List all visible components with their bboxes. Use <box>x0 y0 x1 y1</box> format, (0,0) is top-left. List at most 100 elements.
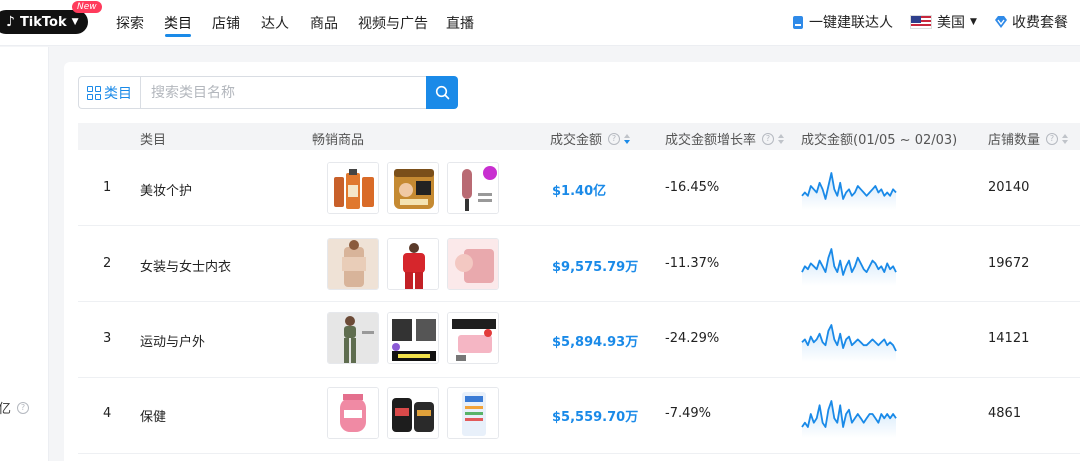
category-search-input[interactable] <box>140 76 426 109</box>
nav-item-shops[interactable]: 店铺 <box>212 13 240 33</box>
sort-icon[interactable] <box>624 133 631 145</box>
column-header-bestsellers: 畅销商品 <box>312 133 365 148</box>
product-image <box>388 313 438 363</box>
rank-number: 3 <box>103 331 112 346</box>
sparkline-area <box>802 325 896 362</box>
column-header-growth-rate[interactable]: 成交金额增长率 ? <box>665 129 785 148</box>
shop-count: 20140 <box>988 180 1030 195</box>
rank-number: 2 <box>103 256 112 271</box>
product-thumbnail[interactable] <box>327 162 379 214</box>
column-header-sales-amount[interactable]: 成交金额 ? <box>550 129 631 148</box>
sales-trend-sparkline <box>801 324 897 362</box>
top-navigation-bar: ♪ TikTok ▼ New 探索 类目 店铺 达人 商品 视频与广告 直播 一… <box>0 0 1080 46</box>
document-icon <box>793 15 803 29</box>
us-flag-icon <box>910 15 932 29</box>
connect-creators-label: 一键建联达人 <box>809 15 893 31</box>
table-row[interactable]: 1 美妆个护 $1.40亿 -16.45% 20140 <box>78 150 1080 226</box>
product-thumbnail[interactable] <box>387 312 439 364</box>
product-image <box>448 388 498 438</box>
table-row[interactable]: 4 保健 $5,559.70万 -7.49% 4861 <box>78 378 1080 454</box>
rank-number: 4 <box>103 406 112 421</box>
help-icon[interactable]: ? <box>762 132 775 145</box>
diamond-icon <box>995 16 1007 28</box>
table-header: 类目 畅销商品 成交金额 ? 成交金额增长率 ? 成交金额(01/05 ~ 02… <box>78 123 1080 150</box>
product-thumbnail[interactable] <box>327 312 379 364</box>
product-image <box>328 388 378 438</box>
pricing-plans-label: 收费套餐 <box>1012 15 1068 31</box>
rank-number: 1 <box>103 180 112 195</box>
column-header-sales-trend: 成交金额(01/05 ~ 02/03) <box>801 133 958 148</box>
column-header-shop-count[interactable]: 店铺数量 ? <box>988 129 1069 148</box>
help-icon[interactable]: ? <box>608 132 621 145</box>
column-header-label: 成交金额增长率 <box>665 133 757 148</box>
sidebar-stat-fragment: 亿 ? <box>0 398 30 417</box>
connect-creators-button[interactable]: 一键建联达人 <box>793 12 893 32</box>
sales-amount: $5,894.93万 <box>552 335 639 350</box>
nav-item-explore[interactable]: 探索 <box>116 13 144 33</box>
growth-rate: -24.29% <box>665 331 720 346</box>
help-icon[interactable]: ? <box>1046 132 1059 145</box>
sales-amount: $9,575.79万 <box>552 260 639 275</box>
sales-trend-sparkline <box>801 400 897 438</box>
product-image <box>448 163 498 213</box>
product-thumbnail[interactable] <box>387 387 439 439</box>
region-label: 美国 <box>937 15 965 31</box>
sales-amount: $5,559.70万 <box>552 410 639 425</box>
category-name[interactable]: 美妆个护 <box>140 180 192 199</box>
region-selector[interactable]: 美国 ▼ <box>910 12 977 32</box>
nav-item-category[interactable]: 类目 <box>164 13 192 33</box>
logo-text: TikTok <box>19 14 67 30</box>
product-image <box>448 313 498 363</box>
column-header-label: 店铺数量 <box>988 133 1041 148</box>
category-name[interactable]: 保健 <box>140 406 166 425</box>
sidebar-fragment-text: 亿 <box>0 402 12 417</box>
column-header-label: 成交金额 <box>550 133 603 148</box>
product-image <box>328 163 378 213</box>
shop-count: 14121 <box>988 331 1030 346</box>
sort-icon[interactable] <box>778 133 785 145</box>
category-search-bar: 类目 <box>78 76 458 109</box>
product-thumbnail[interactable] <box>387 238 439 290</box>
tiktok-region-switcher[interactable]: ♪ TikTok ▼ <box>0 10 88 34</box>
help-icon[interactable]: ? <box>17 401 30 414</box>
category-name[interactable]: 女装与女士内衣 <box>140 256 231 275</box>
shop-count: 4861 <box>988 406 1022 421</box>
table-row[interactable]: 3 运动与户外 $5,894.93万 -24.29% 14121 <box>78 302 1080 378</box>
product-thumbnail[interactable] <box>387 162 439 214</box>
sort-icon[interactable] <box>1062 133 1069 145</box>
growth-rate: -7.49% <box>665 406 711 421</box>
product-thumbnail[interactable] <box>447 238 499 290</box>
growth-rate: -16.45% <box>665 180 720 195</box>
table-row[interactable]: 2 女装与女士内衣 $9,575.79万 -11.37% 19672 <box>78 226 1080 302</box>
product-image <box>328 239 378 289</box>
new-badge: New <box>72 1 102 13</box>
product-image <box>388 239 438 289</box>
product-image <box>448 239 498 289</box>
search-scope-label: 类目 <box>104 85 132 102</box>
sales-trend-sparkline <box>801 248 897 286</box>
active-tab-indicator <box>165 34 191 37</box>
nav-item-videos-ads[interactable]: 视频与广告 <box>358 13 428 33</box>
column-header-category: 类目 <box>140 133 167 148</box>
product-thumbnail[interactable] <box>447 387 499 439</box>
tiktok-logo-icon: ♪ <box>6 14 15 30</box>
product-image <box>328 313 378 363</box>
nav-item-live[interactable]: 直播 <box>446 13 474 33</box>
product-image <box>388 388 438 438</box>
nav-item-products[interactable]: 商品 <box>310 13 338 33</box>
search-icon <box>435 85 449 100</box>
product-thumbnail[interactable] <box>447 162 499 214</box>
sales-trend-sparkline <box>801 172 897 210</box>
grid-icon <box>87 85 101 100</box>
product-thumbnail[interactable] <box>327 387 379 439</box>
product-image <box>388 163 438 213</box>
product-thumbnail[interactable] <box>447 312 499 364</box>
growth-rate: -11.37% <box>665 256 720 271</box>
pricing-plans-button[interactable]: 收费套餐 <box>994 12 1068 32</box>
product-thumbnail[interactable] <box>327 238 379 290</box>
nav-item-creators[interactable]: 达人 <box>261 13 289 33</box>
sales-amount: $1.40亿 <box>552 184 607 199</box>
search-scope-category[interactable]: 类目 <box>78 76 140 109</box>
category-name[interactable]: 运动与户外 <box>140 331 205 350</box>
search-button[interactable] <box>426 76 458 109</box>
